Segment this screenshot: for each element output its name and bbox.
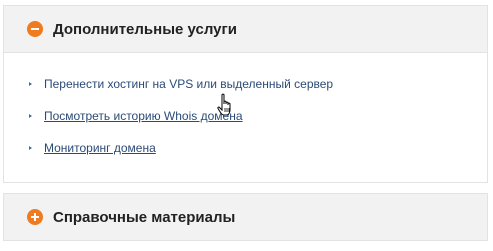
additional-services-header[interactable]: Дополнительные услуги xyxy=(3,5,488,53)
reference-materials-title: Справочные материалы xyxy=(53,208,236,226)
reference-materials-header[interactable]: Справочные материалы xyxy=(3,193,488,241)
additional-services-body: Перенести хостинг на VPS или выделенный … xyxy=(3,53,488,183)
list-item: Мониторинг домена xyxy=(4,141,487,173)
move-hosting-link[interactable]: Перенести хостинг на VPS или выделенный … xyxy=(44,77,333,91)
list-item: Посмотреть историю Whois домена xyxy=(4,109,487,141)
bullet-triangle-icon xyxy=(29,146,32,150)
services-link-list: Перенести хостинг на VPS или выделенный … xyxy=(4,77,487,173)
reference-materials-panel: Справочные материалы xyxy=(3,193,488,241)
bullet-triangle-icon xyxy=(29,114,32,118)
domain-monitoring-link[interactable]: Мониторинг домена xyxy=(44,141,156,155)
hand-pointer-cursor-icon xyxy=(217,93,231,116)
bullet-triangle-icon xyxy=(29,82,32,86)
whois-history-link[interactable]: Посмотреть историю Whois домена xyxy=(44,109,243,123)
additional-services-title: Дополнительные услуги xyxy=(53,20,237,38)
minus-circle-icon[interactable] xyxy=(27,21,43,37)
list-item: Перенести хостинг на VPS или выделенный … xyxy=(4,77,487,109)
plus-circle-icon[interactable] xyxy=(27,209,43,225)
additional-services-panel: Дополнительные услуги Перенести хостинг … xyxy=(3,5,488,183)
